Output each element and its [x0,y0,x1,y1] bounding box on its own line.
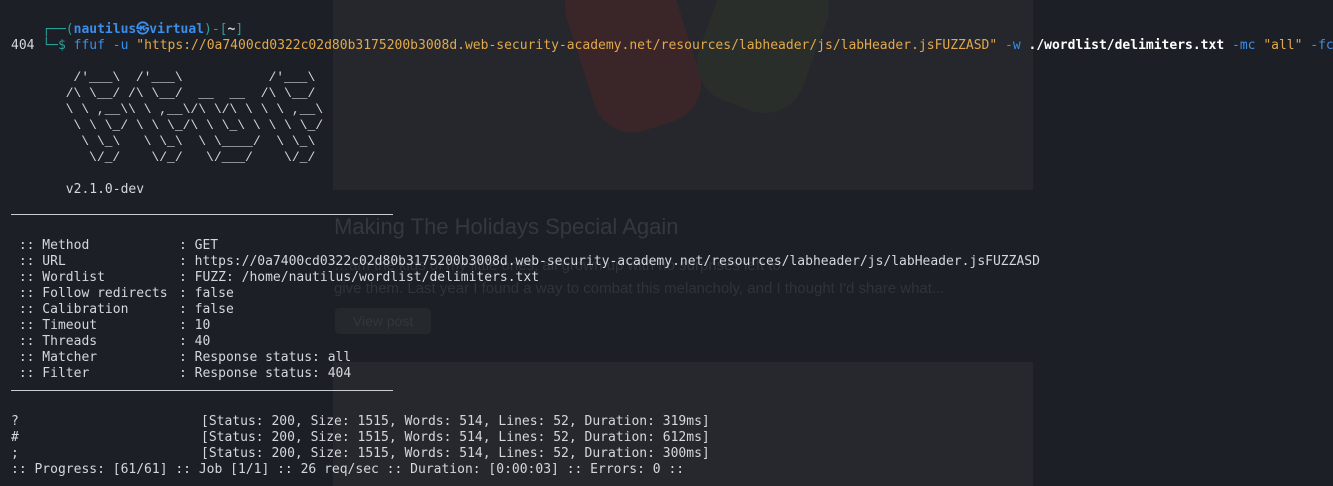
prompt-frame-end: ] [235,22,244,37]
command-mc-arg: "all" [1263,38,1303,53]
prompt-user-host: nautilus㉿virtual [73,22,205,37]
config-row-threads: :: Threads : 40 [11,334,211,349]
prompt-frame-mid: )-[ [204,22,228,37]
result-row: ? [Status: 200, Size: 1515, Words: 514, L… [11,414,710,429]
config-row-timeout: :: Timeout : 10 [11,318,211,333]
config-row-method: :: Method : GET [11,238,219,253]
command-flag-mc: -mc [1224,38,1264,53]
config-row-filter: :: Filter : Response status: 404 [11,366,352,381]
prompt-frame-top: ┌──( [42,22,74,37]
config-row-url: :: URL : https://0a7400cd0322c02d80b3175… [11,254,1040,269]
result-row: ; [Status: 200, Size: 1515, Words: 514, L… [11,446,710,461]
command-binary: ffuf [73,38,105,53]
result-row: # [Status: 200, Size: 1515, Words: 514, L… [11,430,710,445]
command-url-arg: "https://0a7400cd0322c02d80b3175200b3008… [136,38,998,53]
results-block: ? [Status: 200, Size: 1515, Words: 514, L… [11,414,1333,462]
config-row-wordlist: :: Wordlist : FUZZ: /home/nautilus/wordl… [11,270,540,285]
prompt-frame-bottom: └─$ [42,38,74,53]
terminal-output[interactable]: ┌──(nautilus㉿virtual)-[~] └─$ ffuf -u "h… [11,6,1333,478]
ffuf-ascii-banner: /'___\ /'___\ /'___\ /\ \__/ /\ \__/ __ … [65,70,324,165]
prompt-line: ┌──(nautilus㉿virtual)-[~] [11,6,1333,37]
command-wordlist-arg: ./wordlist/delimiters.txt [1028,38,1225,53]
command-flag-w: -w [997,38,1029,53]
config-row-calibration: :: Calibration : false [11,302,234,317]
progress-line: :: Progress: [61/61] :: Job [1/1] :: 26 … [11,462,685,477]
config-block: :: Method : GET :: URL : https://0a7400c… [11,238,1333,382]
config-row-matcher: :: Matcher : Response status: all [11,350,352,365]
ffuf-version: v2.1.0-dev [11,182,145,197]
config-row-follow-redirects: :: Follow redirects : false [11,286,234,301]
command-flag-u: -u [104,38,137,53]
command-flag-fc: -fc [1302,38,1333,53]
